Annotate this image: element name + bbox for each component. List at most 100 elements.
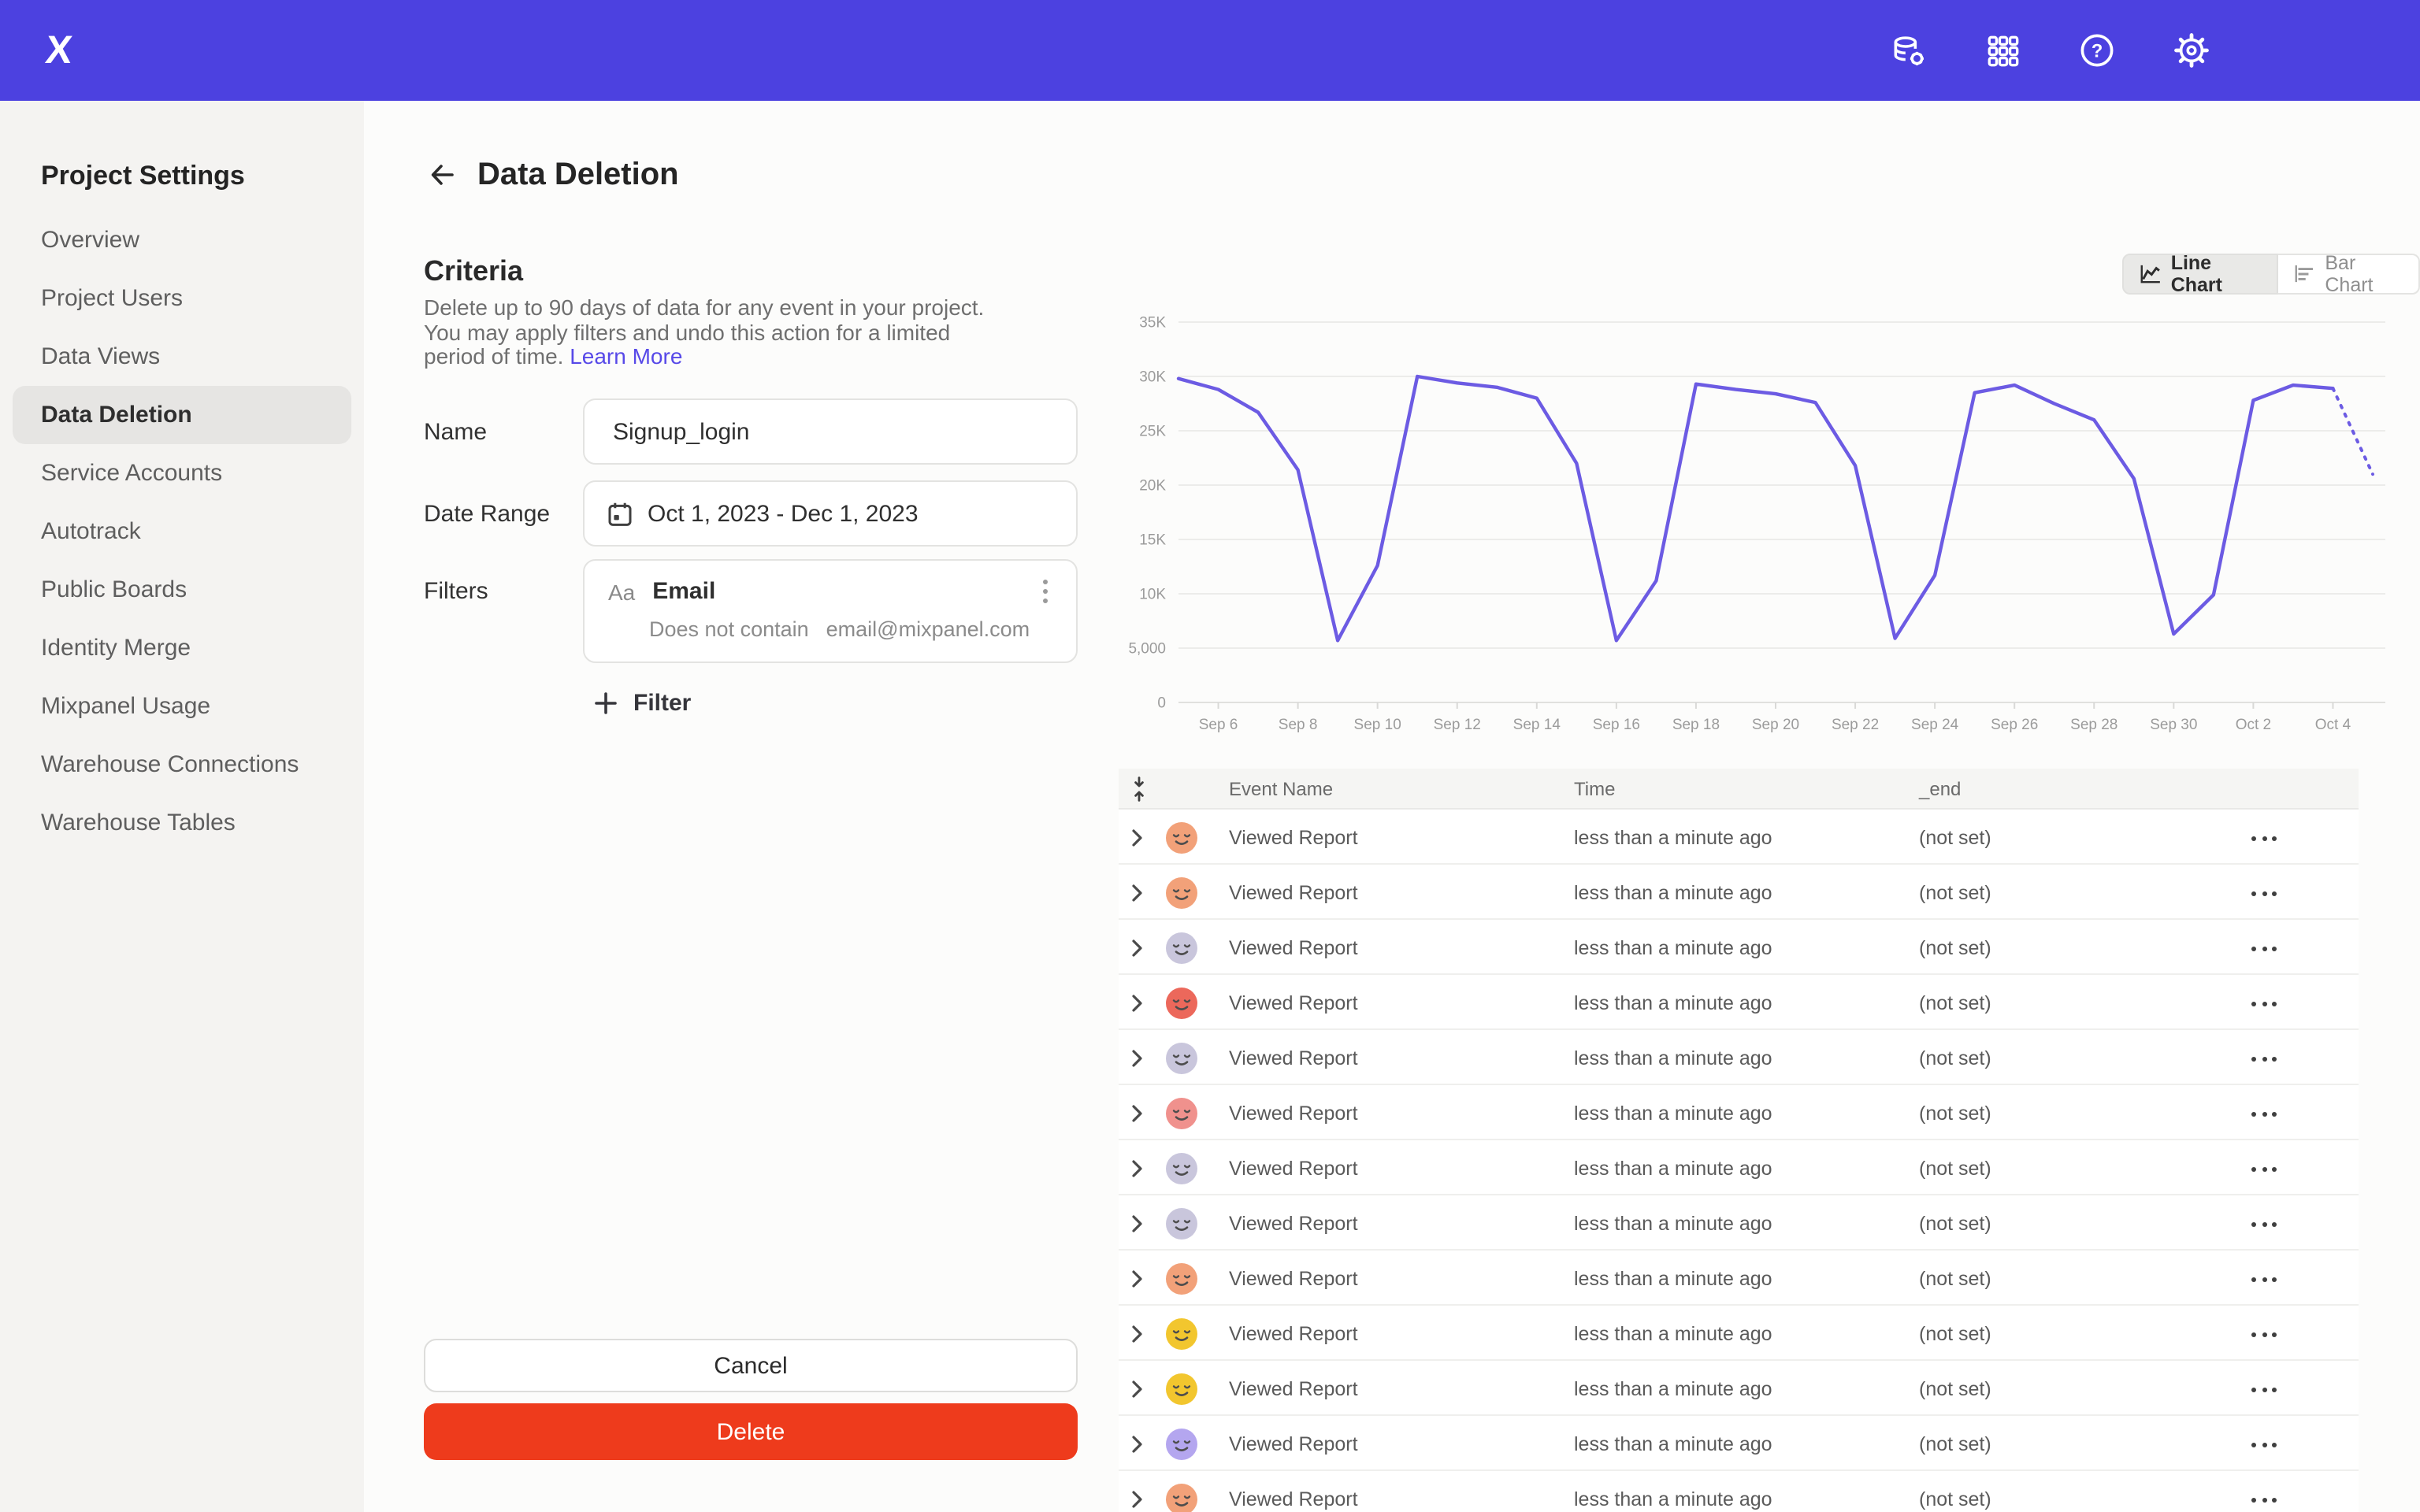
row-menu-icon[interactable]: [2247, 1273, 2281, 1287]
sidebar-item-data-deletion[interactable]: Data Deletion: [13, 386, 351, 444]
row-menu-icon[interactable]: [2247, 1438, 2281, 1452]
time-cell: less than a minute ago: [1574, 865, 1772, 920]
expand-row-icon[interactable]: [1131, 1102, 1144, 1131]
table-row[interactable]: Viewed Report less than a minute ago (no…: [1119, 810, 2359, 865]
expand-row-icon[interactable]: [1131, 992, 1144, 1021]
row-menu-icon[interactable]: [2247, 1162, 2281, 1177]
filter-menu-icon[interactable]: [1034, 576, 1057, 606]
name-input[interactable]: [583, 398, 1078, 465]
table-row[interactable]: Viewed Report less than a minute ago (no…: [1119, 1195, 2359, 1251]
line-chart-label: Line Chart: [2171, 252, 2261, 296]
filter-property[interactable]: Email: [652, 578, 715, 605]
back-button[interactable]: [429, 161, 457, 189]
events-table: Event Name Time _end Viewed Report less …: [1119, 769, 2359, 1512]
row-menu-icon[interactable]: [2247, 997, 2281, 1011]
top-bar-icons: ?: [1887, 30, 2212, 71]
table-rows: Viewed Report less than a minute ago (no…: [1119, 810, 2359, 1512]
expand-row-icon[interactable]: [1131, 1213, 1144, 1241]
learn-more-link[interactable]: Learn More: [570, 343, 682, 369]
sidebar-item-data-views[interactable]: Data Views: [0, 328, 364, 386]
column-header-end[interactable]: _end: [1919, 769, 1961, 810]
app-root: X: [0, 0, 2420, 1512]
event-name-cell: Viewed Report: [1229, 1251, 1358, 1306]
mixpanel-logo[interactable]: X: [43, 28, 74, 73]
row-menu-icon[interactable]: [2247, 1052, 2281, 1066]
row-menu-icon[interactable]: [2247, 1107, 2281, 1121]
avatar: [1166, 987, 1197, 1018]
help-icon[interactable]: ?: [2077, 30, 2118, 71]
cancel-button[interactable]: Cancel: [424, 1339, 1078, 1392]
sidebar-item-warehouse-tables[interactable]: Warehouse Tables: [0, 794, 364, 852]
svg-text:35K: 35K: [1139, 315, 1166, 332]
expand-row-icon[interactable]: [1131, 937, 1144, 965]
sidebar-item-identity-merge[interactable]: Identity Merge: [0, 619, 364, 677]
column-header-event-name[interactable]: Event Name: [1229, 769, 1333, 810]
avatar: [1166, 1097, 1197, 1128]
table-row[interactable]: Viewed Report less than a minute ago (no…: [1119, 865, 2359, 920]
sidebar-item-mixpanel-usage[interactable]: Mixpanel Usage: [0, 677, 364, 736]
sidebar-item-public-boards[interactable]: Public Boards: [0, 561, 364, 619]
sort-icon[interactable]: [1128, 769, 1150, 810]
add-filter-button[interactable]: Filter: [594, 690, 691, 717]
expand-row-icon[interactable]: [1131, 1433, 1144, 1462]
svg-text:Sep 20: Sep 20: [1752, 717, 1799, 733]
date-range-input[interactable]: Oct 1, 2023 - Dec 1, 2023: [583, 480, 1078, 547]
avatar: [1166, 1373, 1197, 1404]
event-name-cell: Viewed Report: [1229, 975, 1358, 1030]
events-line-chart[interactable]: 05,00010K15K20K25K30K35KSep 6Sep 8Sep 10…: [1109, 299, 2404, 772]
avatar: [1166, 1152, 1197, 1184]
expand-row-icon[interactable]: [1131, 882, 1144, 910]
settings-gear-icon[interactable]: [2171, 30, 2212, 71]
table-row[interactable]: Viewed Report less than a minute ago (no…: [1119, 1471, 2359, 1512]
sidebar-item-warehouse-connections[interactable]: Warehouse Connections: [0, 736, 364, 794]
row-menu-icon[interactable]: [2247, 1217, 2281, 1232]
expand-row-icon[interactable]: [1131, 1268, 1144, 1296]
sidebar-item-service-accounts[interactable]: Service Accounts: [0, 444, 364, 502]
column-header-time[interactable]: Time: [1574, 769, 1615, 810]
svg-text:?: ?: [2092, 41, 2103, 62]
apps-grid-icon[interactable]: [1982, 30, 2023, 71]
row-menu-icon[interactable]: [2247, 1328, 2281, 1342]
row-menu-icon[interactable]: [2247, 1383, 2281, 1397]
sidebar-item-overview[interactable]: Overview: [0, 211, 364, 269]
svg-text:Sep 12: Sep 12: [1434, 717, 1481, 733]
filter-value[interactable]: email@mixpanel.com: [826, 617, 1030, 641]
svg-text:30K: 30K: [1139, 369, 1166, 386]
table-row[interactable]: Viewed Report less than a minute ago (no…: [1119, 1085, 2359, 1140]
expand-row-icon[interactable]: [1131, 1323, 1144, 1351]
expand-row-icon[interactable]: [1131, 1378, 1144, 1406]
expand-row-icon[interactable]: [1131, 1158, 1144, 1186]
expand-row-icon[interactable]: [1131, 827, 1144, 855]
table-row[interactable]: Viewed Report less than a minute ago (no…: [1119, 1306, 2359, 1361]
time-cell: less than a minute ago: [1574, 975, 1772, 1030]
event-name-cell: Viewed Report: [1229, 920, 1358, 975]
time-cell: less than a minute ago: [1574, 1140, 1772, 1195]
bar-chart-toggle[interactable]: Bar Chart: [2278, 254, 2420, 295]
sidebar-item-project-users[interactable]: Project Users: [0, 269, 364, 328]
delete-button[interactable]: Delete: [424, 1403, 1078, 1460]
table-row[interactable]: Viewed Report less than a minute ago (no…: [1119, 1251, 2359, 1306]
table-row[interactable]: Viewed Report less than a minute ago (no…: [1119, 1361, 2359, 1416]
row-menu-icon[interactable]: [2247, 942, 2281, 956]
calendar-icon: [607, 500, 633, 527]
expand-row-icon[interactable]: [1131, 1047, 1144, 1076]
data-management-icon[interactable]: [1887, 30, 1928, 71]
sidebar-title: Project Settings: [41, 161, 364, 192]
svg-text:20K: 20K: [1139, 478, 1166, 495]
sidebar-item-autotrack[interactable]: Autotrack: [0, 502, 364, 561]
row-menu-icon[interactable]: [2247, 832, 2281, 846]
svg-text:Oct 4: Oct 4: [2315, 717, 2351, 733]
filter-operator[interactable]: Does not contain: [649, 617, 809, 641]
top-bar: X: [0, 0, 2420, 101]
sidebar-nav: OverviewProject UsersData ViewsData Dele…: [0, 211, 364, 852]
table-row[interactable]: Viewed Report less than a minute ago (no…: [1119, 1030, 2359, 1085]
row-menu-icon[interactable]: [2247, 887, 2281, 901]
table-row[interactable]: Viewed Report less than a minute ago (no…: [1119, 1416, 2359, 1471]
line-chart-toggle[interactable]: Line Chart: [2122, 254, 2278, 295]
row-menu-icon[interactable]: [2247, 1493, 2281, 1507]
end-cell: (not set): [1919, 1416, 1991, 1471]
expand-row-icon[interactable]: [1131, 1488, 1144, 1512]
table-row[interactable]: Viewed Report less than a minute ago (no…: [1119, 975, 2359, 1030]
table-row[interactable]: Viewed Report less than a minute ago (no…: [1119, 1140, 2359, 1195]
table-row[interactable]: Viewed Report less than a minute ago (no…: [1119, 920, 2359, 975]
